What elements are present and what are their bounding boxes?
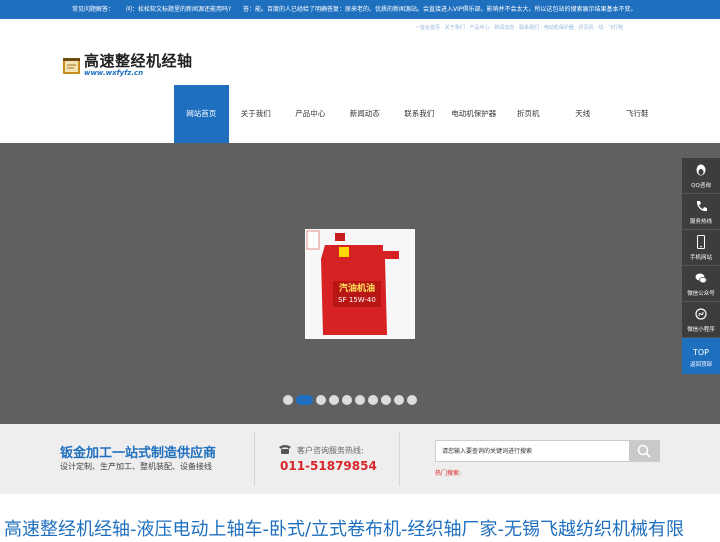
logo-title: 高速整经机经轴 [84,52,193,70]
carousel-dot[interactable] [407,395,417,405]
carousel-dot[interactable] [355,395,365,405]
side-wechat[interactable]: 微信公众号 [682,266,720,302]
divider [254,432,255,486]
oil-can-icon: 汽油机油 SF 15W-40 [305,229,415,339]
carousel-dot[interactable] [296,395,313,405]
carousel-dot[interactable] [394,395,404,405]
faq-question[interactable]: 问：松松软文标题里的新闻源还能用吗? [126,0,231,19]
search-box [435,440,660,462]
carousel-dot[interactable] [283,395,293,405]
nav-folding-machine[interactable]: 折页机 [501,85,556,143]
product-label: 汽油机油 [339,282,375,294]
side-mobile-label: 手机网站 [689,255,712,261]
quick-links[interactable]: 一首台首页 · 关于我们 · 产品中心 · 新闻动态 · 联系我们 · 电动机保… [415,24,623,31]
hotline-number: 011-51879854 [280,459,377,473]
hero-banner: 汽油机油 SF 15W-40 [0,143,720,424]
side-wechat-label: 微信公众号 [687,291,715,297]
side-panel: QQ咨询 服务热线 手机网站 微信公众号 微信小程序 TOP 返回顶部 [682,158,720,374]
phone-free-icon [697,201,707,212]
hot-search-label: 热门搜索: [435,470,462,477]
faq-answer[interactable]: 答：能。百度的人已经给了明确答复：原来老的、优质的新闻源站。会直接进入VIP俱乐… [243,0,637,19]
faq-label: 常见问题解答： [72,6,115,13]
carousel-dot[interactable] [316,395,326,405]
top-sub-label: 返回顶部 [689,362,712,368]
side-mobile[interactable]: 手机网站 [682,230,720,266]
hotline-label: 客户咨询服务热线: [297,446,364,455]
carousel-dots [283,395,420,405]
mobile-icon [697,235,705,249]
site-logo[interactable]: 高速整经机经轴 www.wxfyfz.cn [62,50,192,84]
nav-news[interactable]: 新闻动态 [338,85,393,143]
nav-antenna[interactable]: 天线 [556,85,611,143]
side-hotline[interactable]: 服务热线 [682,194,720,230]
nav-contact[interactable]: 联系我们 [392,85,447,143]
search-icon [637,444,651,458]
page-headline[interactable]: 高速整经机经轴-液压电动上轴车-卧式/立式卷布机-经织轴厂家-无锡飞越纺织机械有… [4,518,684,542]
main-nav: 网站首页 关于我们 产品中心 新闻动态 联系我们 电动机保护器 折页机 天线 飞… [174,85,665,143]
top-notice-bar: 常见问题解答： 问：松松软文标题里的新闻源还能用吗? 答：能。百度的人已经给了明… [0,0,720,19]
nav-about[interactable]: 关于我们 [229,85,284,143]
nav-motor-protector[interactable]: 电动机保护器 [447,85,502,143]
slogan-sub: 设计定制、生产加工、整机装配、设备接线 [60,462,212,471]
miniprogram-icon [695,308,707,320]
search-button[interactable] [629,441,659,461]
carousel-dot[interactable] [381,395,391,405]
nav-products[interactable]: 产品中心 [283,85,338,143]
phone-icon [279,445,291,454]
divider [399,432,400,486]
notebook-icon [63,58,80,74]
side-miniprogram[interactable]: 微信小程序 [682,302,720,338]
product-image[interactable]: 汽油机油 SF 15W-40 [305,229,415,339]
carousel-dot[interactable] [329,395,339,405]
top-label: TOP [692,348,709,357]
side-qq-label: QQ咨询 [691,183,711,189]
back-to-top-button[interactable]: TOP 返回顶部 [682,338,720,374]
side-qq[interactable]: QQ咨询 [682,158,720,194]
product-spec: SF 15W-40 [338,296,376,304]
search-input[interactable] [436,441,631,461]
side-miniprogram-label: 微信小程序 [687,327,715,333]
nav-home[interactable]: 网站首页 [174,85,229,143]
nav-flying-shoes[interactable]: 飞行鞋 [610,85,665,143]
carousel-dot[interactable] [368,395,378,405]
carousel-dot[interactable] [342,395,352,405]
slogan: 钣金加工一站式制造供应商 [60,446,217,461]
penguin-icon [696,164,706,176]
wechat-icon [695,273,707,284]
logo-url: www.wxfyfz.cn [84,69,144,77]
side-hotline-label: 服务热线 [689,219,712,225]
